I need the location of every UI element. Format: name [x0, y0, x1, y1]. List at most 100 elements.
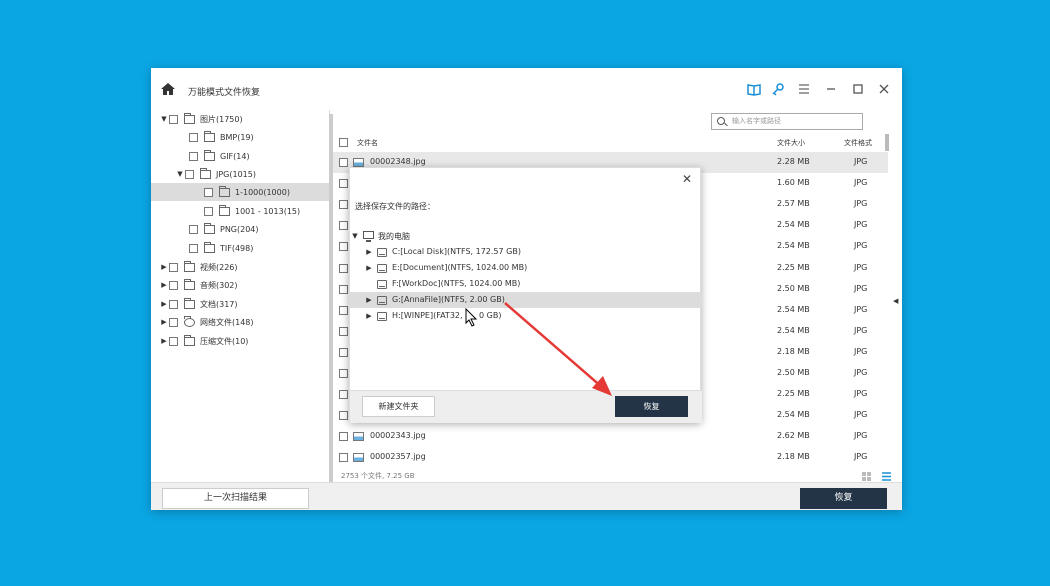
tree-item-web-files[interactable]: ▶ 网络文件(148) [159, 313, 329, 331]
checkbox[interactable] [169, 262, 178, 272]
checkbox[interactable] [169, 336, 178, 346]
tree-item-png[interactable]: PNG(204) [189, 220, 329, 238]
checkbox[interactable] [169, 317, 178, 327]
image-file-icon [353, 158, 364, 167]
table-row[interactable]: 00002357.jpg 2.18 MB JPG [333, 447, 888, 468]
tree-item-label: JPG(1015) [216, 169, 256, 179]
drive-item-h[interactable]: ▶ H:[WINPE](FAT32, 0 GB) [350, 308, 702, 324]
row-checkbox[interactable] [339, 242, 348, 252]
home-icon[interactable] [161, 83, 175, 95]
row-checkbox[interactable] [339, 390, 348, 400]
select-all-checkbox[interactable] [339, 138, 348, 147]
row-checkbox[interactable] [339, 284, 348, 294]
grid-view-icon[interactable] [862, 472, 871, 481]
list-scrollbar[interactable] [885, 134, 889, 151]
checkbox[interactable] [169, 280, 178, 290]
new-folder-button[interactable]: 新建文件夹 [362, 396, 435, 417]
checkbox[interactable] [169, 299, 178, 309]
tree-item-label: 图片(1750) [200, 114, 243, 124]
list-view-icon[interactable] [882, 472, 891, 481]
drive-item-e[interactable]: ▶ E:[Document](NTFS, 1024.00 MB) [350, 260, 702, 276]
row-checkbox[interactable] [339, 305, 348, 315]
row-checkbox[interactable] [339, 221, 348, 231]
music-icon [184, 278, 195, 290]
tree-item-tif[interactable]: TIF(498) [189, 239, 329, 257]
drive-item-f[interactable]: F:[WorkDoc](NTFS, 1024.00 MB) [350, 276, 702, 292]
row-checkbox[interactable] [339, 432, 348, 442]
chevron-right-icon[interactable]: ▶ [364, 312, 374, 320]
close-icon[interactable] [877, 82, 891, 96]
checkbox[interactable] [189, 224, 198, 234]
search-input[interactable]: 输入名字或路径 [711, 113, 863, 130]
tree-item-label: 1001 - 1013(15) [235, 206, 301, 216]
table-row[interactable]: 00002343.jpg 2.62 MB JPG [333, 426, 888, 447]
file-size: 2.54 MB [777, 241, 810, 251]
checkbox[interactable] [185, 169, 194, 179]
chevron-right-icon[interactable]: ▶ [159, 263, 169, 271]
checkbox[interactable] [189, 151, 198, 161]
checkbox[interactable] [169, 114, 178, 124]
drive-item-g[interactable]: ▶ G:[AnnaFile](NTFS, 2.00 GB) [350, 292, 702, 308]
file-type: JPG [854, 241, 868, 251]
column-header-type[interactable]: 文件格式 [844, 138, 872, 148]
chevron-down-icon[interactable]: ▼ [159, 115, 169, 123]
chevron-right-icon[interactable]: ▶ [159, 318, 169, 326]
tree-root-my-computer[interactable]: ▼ 我的电脑 [350, 228, 702, 244]
search-placeholder: 输入名字或路径 [732, 117, 781, 125]
row-checkbox[interactable] [339, 347, 348, 357]
file-type: JPG [854, 452, 868, 462]
tree-item-archives[interactable]: ▶ 压缩文件(10) [159, 332, 329, 350]
chevron-right-icon[interactable]: ▶ [159, 300, 169, 308]
tree-item-jpg[interactable]: ▼ JPG(1015) [175, 165, 329, 183]
file-size: 2.28 MB [777, 157, 810, 166]
dialog-recover-button[interactable]: 恢复 [615, 396, 688, 417]
book-icon[interactable] [747, 82, 761, 96]
tree-item-bmp[interactable]: BMP(19) [189, 128, 329, 146]
folder-icon [204, 222, 215, 234]
file-type: JPG [854, 199, 868, 209]
image-file-icon [353, 432, 364, 442]
row-checkbox[interactable] [339, 179, 348, 189]
chevron-down-icon[interactable]: ▼ [175, 170, 185, 178]
row-checkbox[interactable] [339, 326, 348, 336]
chevron-down-icon[interactable]: ▼ [350, 232, 360, 240]
row-checkbox[interactable] [339, 263, 348, 273]
image-file-icon [353, 453, 364, 463]
last-scan-button[interactable]: 上一次扫描结果 [162, 488, 309, 509]
recover-button[interactable]: 恢复 [800, 488, 887, 509]
tree-item-video[interactable]: ▶ 视频(226) [159, 258, 329, 276]
row-checkbox[interactable] [339, 369, 348, 378]
menu-icon[interactable] [797, 82, 811, 96]
tree-item-gif[interactable]: GIF(14) [189, 147, 329, 165]
checkbox[interactable] [204, 206, 213, 216]
maximize-icon[interactable] [851, 82, 865, 96]
drive-item-c[interactable]: ▶ C:[Local Disk](NTFS, 172.57 GB) [350, 244, 702, 260]
chevron-right-icon[interactable]: ▶ [159, 337, 169, 345]
chevron-right-icon[interactable]: ▶ [159, 281, 169, 289]
tree-item-documents[interactable]: ▶ 文档(317) [159, 295, 329, 313]
file-size: 2.62 MB [777, 431, 810, 441]
row-checkbox[interactable] [339, 411, 348, 421]
tree-item-jpg-1001-1013[interactable]: 1001 - 1013(15) [204, 202, 329, 220]
row-checkbox[interactable] [339, 453, 348, 463]
row-checkbox[interactable] [339, 200, 348, 210]
checkbox[interactable] [204, 187, 213, 197]
panel-collapse-arrow-icon[interactable]: ◀ [893, 297, 898, 305]
chevron-right-icon[interactable]: ▶ [364, 264, 374, 272]
drive-icon [377, 280, 387, 289]
minimize-icon[interactable] [824, 82, 838, 96]
checkbox[interactable] [189, 243, 198, 253]
row-checkbox[interactable] [339, 158, 348, 167]
tree-item-audio[interactable]: ▶ 音频(302) [159, 276, 329, 294]
key-icon[interactable] [771, 82, 785, 96]
drive-icon [377, 312, 387, 321]
column-header-size[interactable]: 文件大小 [777, 138, 805, 148]
dialog-close-icon[interactable]: ✕ [682, 172, 692, 186]
mouse-cursor-icon [465, 308, 478, 327]
chevron-right-icon[interactable]: ▶ [364, 248, 374, 256]
chevron-right-icon[interactable]: ▶ [364, 296, 374, 304]
checkbox[interactable] [189, 132, 198, 142]
column-header-name[interactable]: 文件名 [357, 138, 378, 148]
tree-item-images[interactable]: ▼ 图片(1750) [159, 110, 329, 128]
tree-item-jpg-1-1000[interactable]: 1-1000(1000) [151, 183, 329, 201]
